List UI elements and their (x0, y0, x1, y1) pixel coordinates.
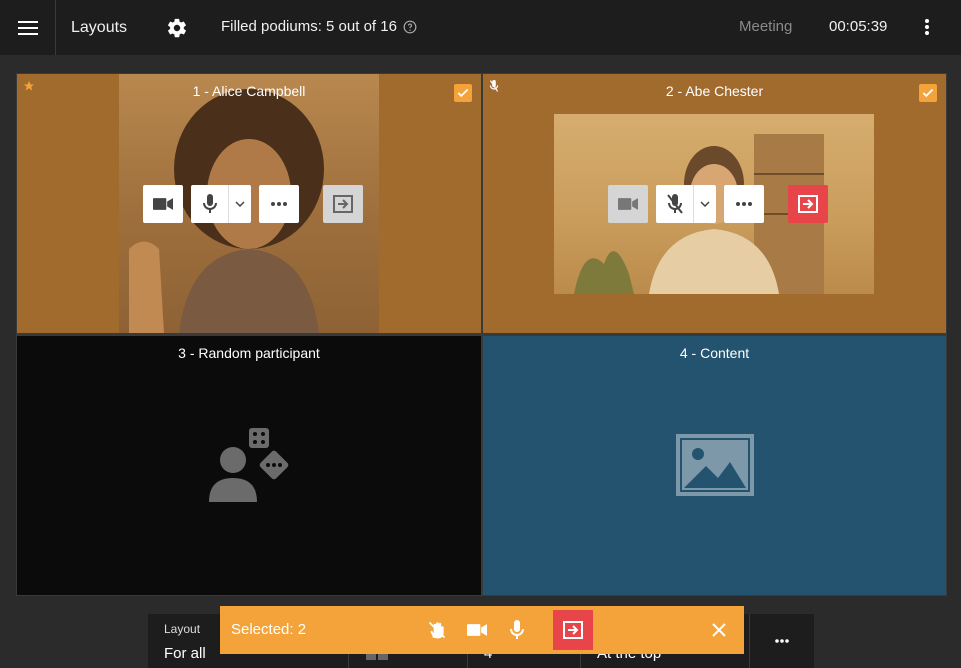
podium-grid: 1 - Alice Campbell 2 - Abe Chester 3 - R… (16, 73, 947, 596)
microphone-split-button[interactable] (656, 185, 716, 223)
podium-label: 1 - Alice Campbell (192, 83, 306, 99)
image-icon-wrap (483, 434, 946, 496)
chevron-down-icon (235, 201, 245, 207)
podium-label: 3 - Random participant (178, 345, 320, 361)
podiums-status: Filled podiums: 5 out of 16 (221, 18, 417, 35)
remove-from-podium-button[interactable] (323, 185, 363, 223)
more-horizontal-icon (271, 202, 287, 206)
microphone-button[interactable] (656, 185, 694, 223)
random-participant-icon (209, 428, 289, 502)
camera-button[interactable] (143, 185, 183, 223)
more-horizontal-icon (736, 202, 752, 206)
image-icon (675, 434, 754, 496)
video-camera-icon (153, 198, 173, 210)
check-icon (457, 88, 469, 98)
mic-off-icon (666, 194, 683, 214)
remove-from-podium-button[interactable] (788, 185, 828, 223)
lower-hand-button[interactable] (417, 610, 457, 650)
chevron-down-icon (700, 201, 710, 207)
random-participant-icon-wrap (17, 424, 481, 504)
video-camera-icon (467, 624, 487, 636)
hand-off-icon (428, 621, 446, 639)
microphone-icon (510, 620, 524, 639)
more-horizontal-icon (774, 639, 789, 643)
microphone-all-button[interactable] (497, 610, 537, 650)
microphone-icon (202, 194, 217, 213)
camera-button[interactable] (608, 185, 648, 223)
podium-1[interactable]: 1 - Alice Campbell (17, 74, 481, 333)
podium-4[interactable]: 4 - Content (483, 336, 946, 595)
layout-select[interactable]: For all (164, 645, 206, 662)
layout-label: Layout (164, 622, 201, 636)
selection-action-bar: Selected: 2 (220, 606, 744, 654)
page-title: Layouts (71, 18, 128, 36)
close-icon (712, 623, 726, 637)
select-checkbox[interactable] (454, 84, 472, 102)
more-options-button[interactable] (259, 185, 299, 223)
microphone-options-button[interactable] (229, 185, 251, 223)
podium-label: 4 - Content (679, 345, 750, 361)
selection-count: Selected: 2 (231, 621, 307, 638)
top-bar: Layouts Filled podiums: 5 out of 16 Meet… (0, 0, 961, 55)
exit-icon (333, 195, 353, 213)
meeting-timer: 00:05:39 (829, 18, 888, 35)
more-options-button[interactable] (724, 185, 764, 223)
gear-icon (168, 18, 186, 38)
participant-controls (608, 185, 828, 223)
microphone-split-button[interactable] (191, 185, 251, 223)
kebab-menu-icon (925, 19, 929, 35)
select-checkbox[interactable] (919, 84, 937, 102)
podium-3[interactable]: 3 - Random participant (17, 336, 481, 595)
exit-icon (563, 621, 583, 639)
clear-selection-button[interactable] (699, 610, 739, 650)
meeting-label: Meeting (739, 18, 793, 35)
exit-icon (798, 195, 818, 213)
check-icon (922, 88, 934, 98)
podium-label: 2 - Abe Chester (665, 83, 764, 99)
hamburger-menu-icon (17, 20, 38, 35)
more-button[interactable] (912, 12, 942, 42)
podiums-text: Filled podiums: 5 out of 16 (221, 18, 397, 35)
camera-all-button[interactable] (457, 610, 497, 650)
microphone-options-button[interactable] (694, 185, 716, 223)
mic-off-icon (489, 80, 499, 92)
settings-button[interactable] (163, 14, 191, 42)
podium-2[interactable]: 2 - Abe Chester (483, 74, 946, 333)
panel-more-button[interactable] (749, 614, 814, 668)
remove-selected-button[interactable] (553, 610, 593, 650)
microphone-button[interactable] (191, 185, 229, 223)
star-icon (24, 81, 34, 91)
menu-button[interactable] (0, 0, 56, 55)
help-circle-icon[interactable] (403, 20, 417, 34)
video-camera-icon (618, 198, 638, 210)
participant-controls (143, 185, 363, 223)
